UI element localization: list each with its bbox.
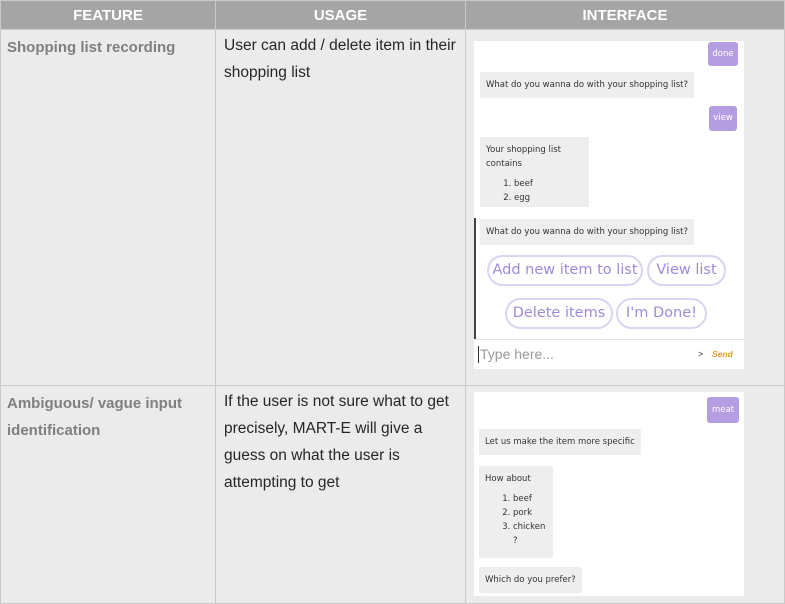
text-cursor [478,346,479,363]
bot-message: Let us make the item more specific [479,429,641,455]
table-row: Shopping list recording User can add / d… [0,29,785,386]
bot-list-title: How about [485,474,531,484]
option-done-button[interactable]: I'm Done! [616,298,707,329]
input-placeholder: Type here... [480,346,554,362]
user-message: done [708,42,738,66]
bot-message: What do you wanna do with your shopping … [480,72,694,98]
bot-message: What do you wanna do with your shopping … [480,219,694,245]
bot-list: beef pork chicken ? [485,492,547,548]
header-feature: FEATURE [0,0,216,30]
bot-list: beef egg [486,177,583,205]
bot-list-message: How about beef pork chicken ? [479,466,553,558]
list-item: pork [513,506,547,520]
user-message: meat [707,397,739,423]
feature-cell: Ambiguous/ vague input identification [0,385,216,604]
header-row: FEATURE USAGE INTERFACE [0,0,785,30]
message-input[interactable]: Type here... > Send [474,339,744,369]
user-message: view [709,106,737,131]
list-item: egg [514,191,583,205]
send-button[interactable]: Send [712,349,733,359]
header-usage: USAGE [215,0,466,30]
list-item: chicken ? [513,520,547,548]
bot-message: Which do you prefer? [479,567,582,593]
feature-cell: Shopping list recording [0,29,216,386]
usage-cell: User can add / delete item in their shop… [215,29,466,386]
chat-screenshot: done What do you wanna do with your shop… [474,41,744,369]
list-item: beef [514,177,583,191]
table-row: Ambiguous/ vague input identification If… [0,385,785,604]
focus-bar [474,218,476,339]
usage-cell: If the user is not sure what to get prec… [215,385,466,604]
bot-list-message: Your shopping list contains beef egg [480,137,589,207]
interface-cell: done What do you wanna do with your shop… [465,29,785,386]
option-delete-items-button[interactable]: Delete items [505,298,613,329]
chat-screenshot: meat Let us make the item more specific … [474,392,744,596]
feature-table: FEATURE USAGE INTERFACE Shopping list re… [0,0,785,604]
list-item: beef [513,492,547,506]
header-interface: INTERFACE [465,0,785,30]
option-view-list-button[interactable]: View list [647,255,726,286]
option-add-item-button[interactable]: Add new item to list [487,255,643,286]
bot-list-title: Your shopping list contains [486,145,561,169]
send-arrow-icon[interactable]: > [698,349,703,359]
interface-cell: meat Let us make the item more specific … [465,385,785,604]
